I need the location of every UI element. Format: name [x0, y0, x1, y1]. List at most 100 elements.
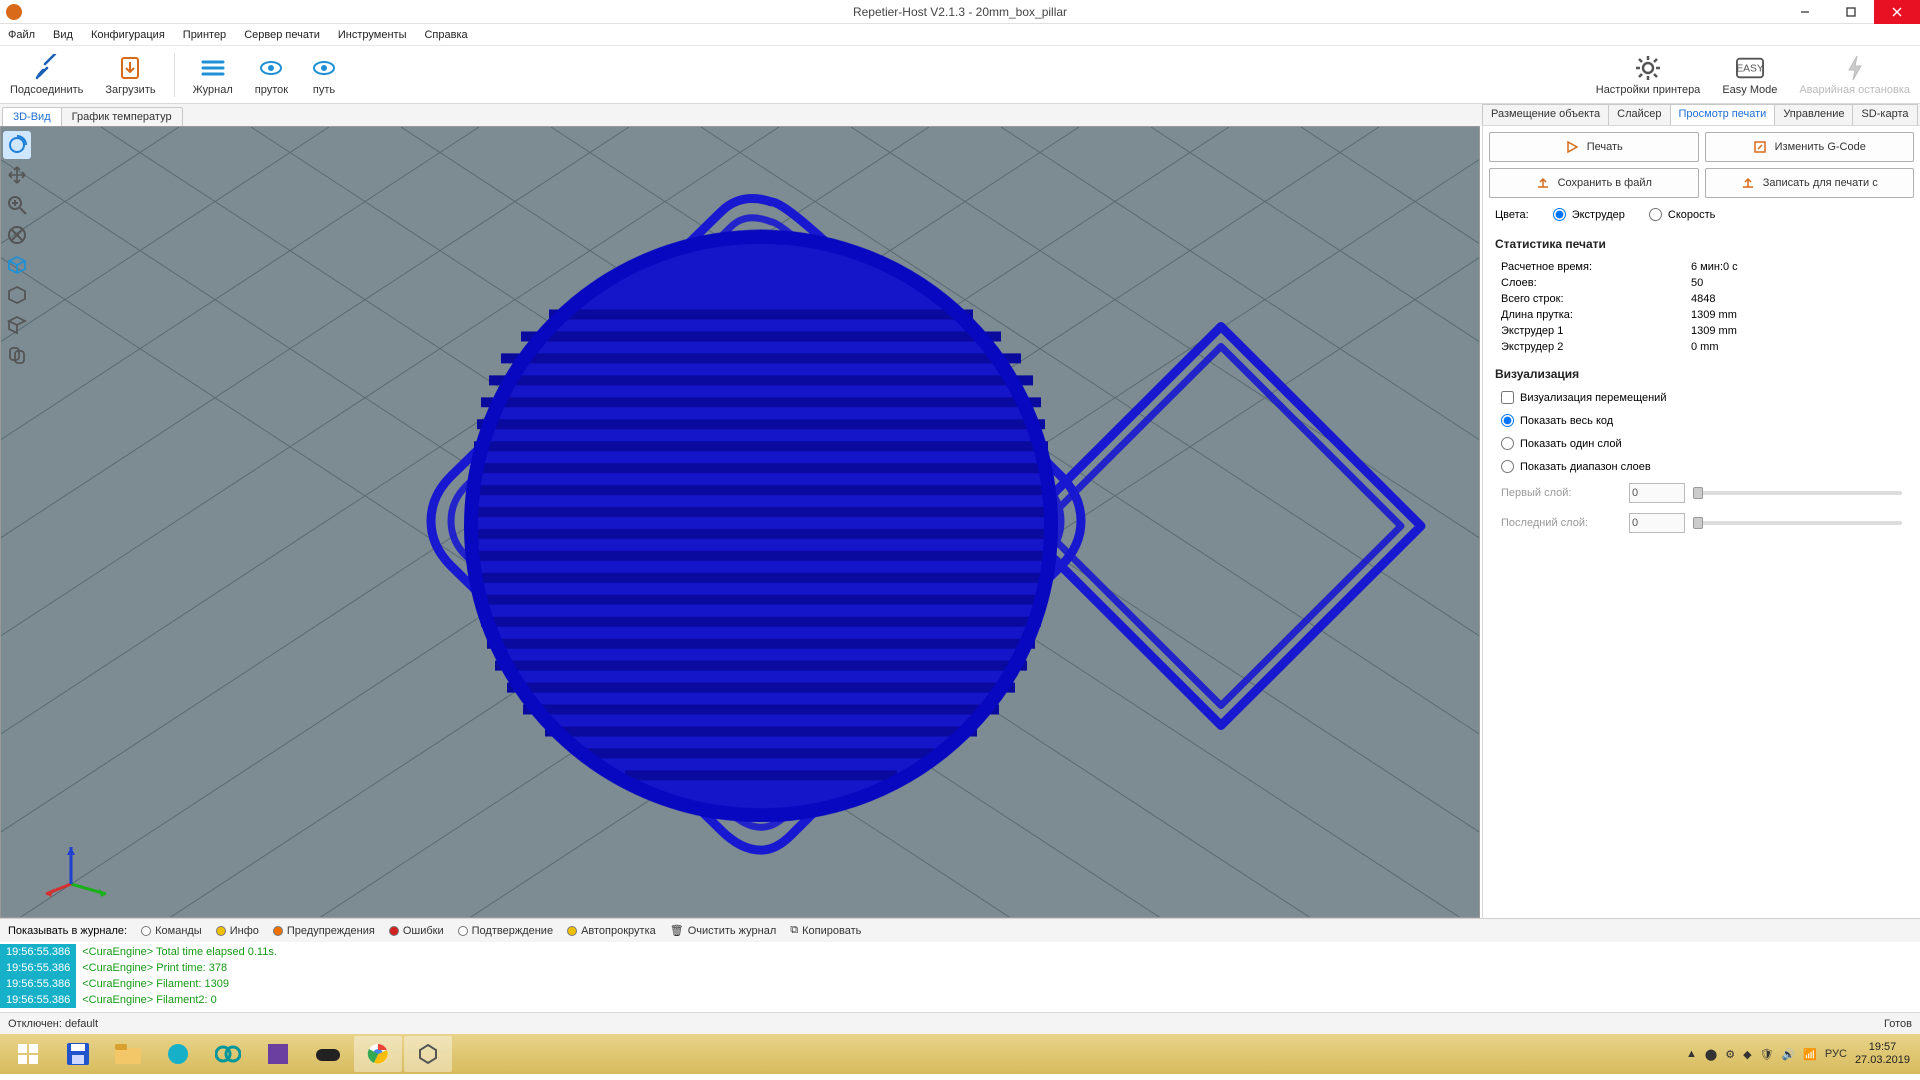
viewport-canvas: [1, 127, 1479, 917]
3d-viewport[interactable]: [0, 126, 1480, 918]
log-line: 19:56:55.386<CuraEngine> Print time: 378: [0, 960, 1920, 976]
window-minimize-button[interactable]: [1782, 0, 1828, 24]
vis-show-one-radio[interactable]: Показать один слой: [1489, 435, 1914, 452]
path-toggle-button[interactable]: путь: [306, 52, 342, 98]
orbit-button[interactable]: [3, 131, 31, 159]
taskbar-app-save[interactable]: [54, 1036, 102, 1072]
vis-show-all-radio[interactable]: Показать весь код: [1489, 412, 1914, 429]
system-tray[interactable]: ▲ ⬤ ⚙ ◆ 🛡 🔊 📶 РУС 19:57 27.03.2019: [1686, 1041, 1916, 1067]
fit-button[interactable]: [3, 221, 31, 249]
window-close-button[interactable]: [1874, 0, 1920, 24]
tab-3d-view[interactable]: 3D-Вид: [2, 107, 62, 126]
easy-mode-button[interactable]: EASY Easy Mode: [1718, 52, 1781, 98]
right-panel: Печать Изменить G-Code Сохранить в файл …: [1482, 126, 1920, 918]
tab-object-placement[interactable]: Размещение объекта: [1482, 104, 1609, 125]
tab-control[interactable]: Управление: [1774, 104, 1853, 125]
front-view-button[interactable]: [3, 281, 31, 309]
log-clear-button[interactable]: 🗑Очистить журнал: [670, 924, 777, 937]
tray-lang[interactable]: РУС: [1825, 1048, 1847, 1060]
os-taskbar: ▲ ⬤ ⚙ ◆ 🛡 🔊 📶 РУС 19:57 27.03.2019: [0, 1034, 1920, 1074]
first-layer-slider[interactable]: [1693, 491, 1902, 495]
log-line: 19:56:55.386<CuraEngine> Filament: 1309: [0, 976, 1920, 992]
copy-icon: ⧉: [790, 924, 798, 937]
window-titlebar: Repetier-Host V2.1.3 - 20mm_box_pillar: [0, 0, 1920, 24]
parallel-view-button[interactable]: [3, 341, 31, 369]
log-body[interactable]: 19:56:55.386<CuraEngine> Total time elap…: [0, 942, 1920, 1012]
taskbar-app-explorer[interactable]: [104, 1036, 152, 1072]
emergency-stop-button[interactable]: Аварийная остановка: [1795, 52, 1914, 98]
filament-toggle-button[interactable]: пруток: [251, 52, 292, 98]
printer-settings-label: Настройки принтера: [1596, 84, 1701, 96]
tray-icon[interactable]: ⬤: [1705, 1048, 1717, 1061]
log-filter-ack[interactable]: Подтверждение: [458, 925, 553, 937]
tray-icon[interactable]: 🛡: [1760, 1048, 1774, 1061]
tab-slicer[interactable]: Слайсер: [1608, 104, 1670, 125]
log-filter-warnings[interactable]: Предупреждения: [273, 925, 375, 937]
status-ready: Готов: [1884, 1018, 1912, 1030]
save-for-print-button[interactable]: Записать для печати с: [1705, 168, 1915, 198]
stat-lines-label: Всего строк:: [1501, 293, 1691, 305]
pan-button[interactable]: [3, 161, 31, 189]
start-button[interactable]: [4, 1036, 52, 1072]
print-button[interactable]: Печать: [1489, 132, 1699, 162]
eye-icon: [310, 54, 338, 82]
tray-icon[interactable]: 📶: [1803, 1048, 1817, 1061]
menu-printer[interactable]: Принтер: [181, 27, 228, 43]
log-copy-button[interactable]: ⧉Копировать: [790, 924, 861, 937]
vis-travel-checkbox[interactable]: Визуализация перемещений: [1489, 389, 1914, 406]
stat-ext1-value: 1309 mm: [1691, 325, 1902, 337]
first-layer-input[interactable]: [1629, 483, 1685, 503]
tray-icon[interactable]: ◆: [1743, 1048, 1751, 1061]
taskbar-app-arduino[interactable]: [204, 1036, 252, 1072]
tray-icon[interactable]: ⚙: [1725, 1048, 1735, 1061]
save-file-label: Сохранить в файл: [1558, 177, 1652, 189]
taskbar-app-repetier[interactable]: [404, 1036, 452, 1072]
connect-button[interactable]: Подсоединить: [6, 52, 87, 98]
tab-temperature-chart[interactable]: График температур: [61, 107, 183, 126]
menu-config[interactable]: Конфигурация: [89, 27, 167, 43]
taskbar-app-gamepad[interactable]: [304, 1036, 352, 1072]
menu-file[interactable]: Файл: [6, 27, 37, 43]
save-file-button[interactable]: Сохранить в файл: [1489, 168, 1699, 198]
last-layer-input[interactable]: [1629, 513, 1685, 533]
log-filter-commands[interactable]: Команды: [141, 925, 202, 937]
menu-tools[interactable]: Инструменты: [336, 27, 409, 43]
color-extruder-radio[interactable]: Экструдер: [1553, 208, 1625, 221]
axis-gizmo: [41, 839, 121, 899]
connect-label: Подсоединить: [10, 84, 83, 96]
edit-gcode-button[interactable]: Изменить G-Code: [1705, 132, 1915, 162]
log-autoscroll-toggle[interactable]: Автопрокрутка: [567, 925, 656, 937]
log-filter-errors[interactable]: Ошибки: [389, 925, 444, 937]
menu-view[interactable]: Вид: [51, 27, 75, 43]
top-view-button[interactable]: [3, 311, 31, 339]
play-icon: [1565, 140, 1579, 154]
tab-print-preview[interactable]: Просмотр печати: [1670, 104, 1776, 125]
last-layer-row: Последний слой:: [1489, 511, 1914, 535]
stat-layers-value: 50: [1691, 277, 1902, 289]
easy-icon: EASY: [1736, 54, 1764, 82]
menu-help[interactable]: Справка: [422, 27, 469, 43]
vis-show-range-radio[interactable]: Показать диапазон слоев: [1489, 458, 1914, 475]
log-toolbar: Показывать в журнале: Команды Инфо Преду…: [0, 918, 1920, 942]
window-maximize-button[interactable]: [1828, 0, 1874, 24]
tray-clock[interactable]: 19:57 27.03.2019: [1855, 1041, 1910, 1067]
tray-icon[interactable]: 🔊: [1782, 1048, 1796, 1061]
iso-view-button[interactable]: [3, 251, 31, 279]
color-speed-radio[interactable]: Скорость: [1649, 208, 1716, 221]
tray-icon[interactable]: ▲: [1686, 1048, 1697, 1060]
last-layer-slider[interactable]: [1693, 521, 1902, 525]
log-toggle-button[interactable]: Журнал: [189, 52, 237, 98]
log-filter-info[interactable]: Инфо: [216, 925, 259, 937]
taskbar-app-2[interactable]: [254, 1036, 302, 1072]
zoom-button[interactable]: [3, 191, 31, 219]
tab-sd-card[interactable]: SD-карта: [1852, 104, 1917, 125]
load-button[interactable]: Загрузить: [101, 52, 159, 98]
export-icon: [1536, 176, 1550, 190]
stat-filament-value: 1309 mm: [1691, 309, 1902, 321]
taskbar-app-chrome[interactable]: [354, 1036, 402, 1072]
status-bar: Отключен: default Готов: [0, 1012, 1920, 1034]
edit-gcode-label: Изменить G-Code: [1775, 141, 1866, 153]
menu-print-server[interactable]: Сервер печати: [242, 27, 322, 43]
taskbar-app-1[interactable]: [154, 1036, 202, 1072]
printer-settings-button[interactable]: Настройки принтера: [1592, 52, 1705, 98]
